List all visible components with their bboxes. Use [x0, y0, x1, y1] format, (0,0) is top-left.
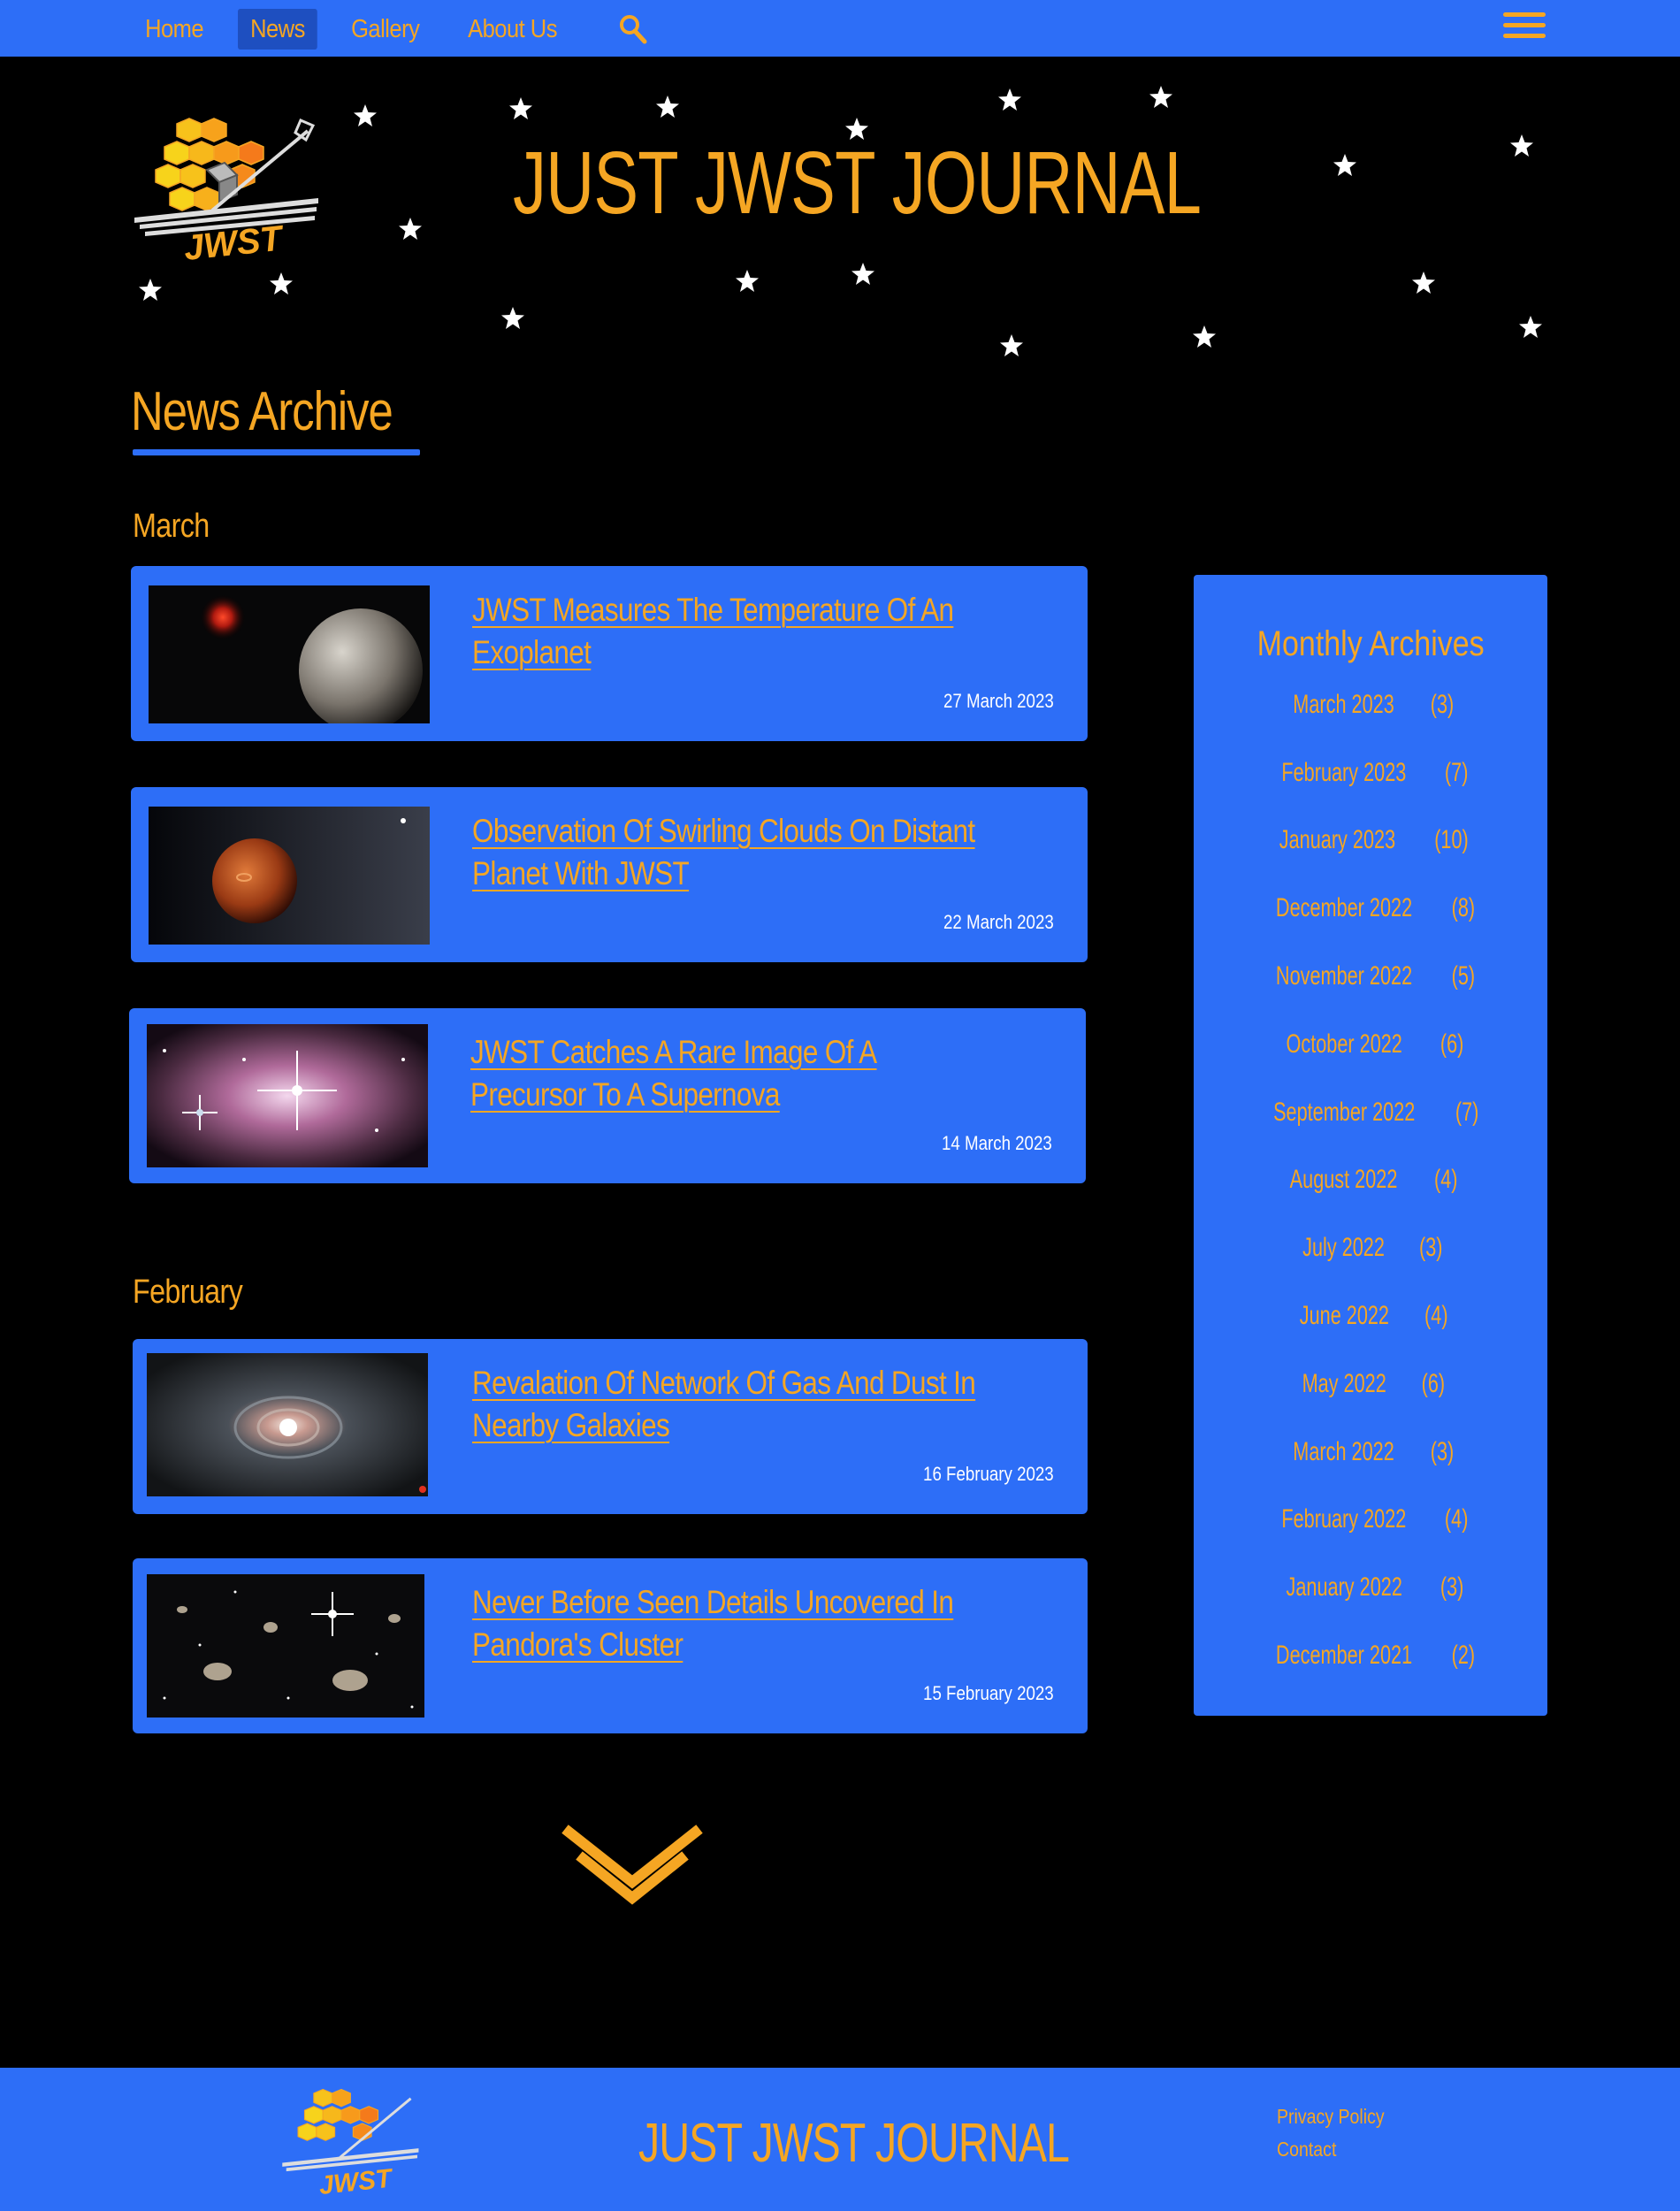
page-title: News Archive [131, 381, 393, 442]
star-decoration [139, 279, 162, 301]
archive-item[interactable]: February 2022 (4) [1194, 1504, 1547, 1534]
archive-item[interactable]: January 2022 (3) [1194, 1572, 1547, 1603]
month-heading-march: March [133, 508, 210, 545]
monthly-archives-sidebar: Monthly Archives March 2023 (3) February … [1194, 575, 1547, 1716]
archive-item[interactable]: August 2022 (4) [1194, 1165, 1547, 1195]
article-thumbnail-swirling-clouds[interactable] [149, 807, 430, 945]
site-footer: JWST JUST JWST JOURNAL Privacy Policy Co… [0, 2068, 1680, 2211]
chevron-down-icon[interactable] [560, 1824, 705, 1905]
star-decoration [736, 270, 759, 292]
article-date: 27 March 2023 [943, 690, 1054, 712]
search-icon[interactable] [612, 9, 653, 50]
contact-link[interactable]: Contact [1277, 2138, 1336, 2161]
archive-item[interactable]: March 2022 (3) [1194, 1437, 1547, 1467]
nav-item-news[interactable]: News [238, 9, 317, 50]
star-decoration [851, 263, 874, 285]
article-thumbnail-galaxy-gas-dust[interactable] [147, 1353, 428, 1496]
archive-item[interactable]: December 2021 (2) [1194, 1641, 1547, 1671]
archive-item[interactable]: February 2023 (7) [1194, 758, 1547, 788]
article-thumbnail-supernova-precursor[interactable] [147, 1024, 428, 1167]
article-title-link[interactable]: JWST Catches A Rare Image Of A Precursor… [470, 1031, 997, 1116]
article-date: 22 March 2023 [943, 911, 1054, 933]
site-title: JUST JWST JOURNAL [513, 134, 1202, 233]
star-decoration [354, 104, 377, 126]
jwst-logo[interactable]: JWST [131, 113, 321, 264]
article-date: 14 March 2023 [942, 1132, 1052, 1154]
article-title-link[interactable]: Revalation Of Network Of Gas And Dust In… [472, 1362, 998, 1447]
nav-item-about-us[interactable]: About Us [455, 9, 569, 50]
article-title-link[interactable]: Observation Of Swirling Clouds On Distan… [472, 810, 998, 895]
jwst-logo[interactable]: JWST [279, 2085, 421, 2197]
archive-item[interactable]: December 2022 (8) [1194, 893, 1547, 923]
star-decoration [1519, 316, 1542, 338]
star-decoration [399, 218, 422, 240]
article-card[interactable]: JWST Measures The Temperature Of An Exop… [131, 566, 1088, 741]
archive-item[interactable]: May 2022 (6) [1194, 1369, 1547, 1399]
nav-links: Home News Gallery About Us [133, 9, 653, 50]
archive-item[interactable]: July 2022 (3) [1194, 1233, 1547, 1263]
star-decoration [1333, 154, 1356, 176]
star-decoration [270, 272, 293, 295]
article-thumbnail-exoplanet[interactable] [149, 585, 430, 723]
hamburger-menu-icon[interactable] [1503, 12, 1546, 44]
article-card[interactable]: Observation Of Swirling Clouds On Distan… [131, 787, 1088, 962]
star-decoration [501, 307, 524, 329]
sidebar-title[interactable]: Monthly Archives [1194, 624, 1547, 664]
archive-item[interactable]: October 2022 (6) [1194, 1029, 1547, 1060]
article-date: 15 February 2023 [923, 1682, 1054, 1704]
star-decoration [656, 96, 679, 118]
svg-text:JWST: JWST [182, 218, 287, 264]
article-title-link[interactable]: Never Before Seen Details Uncovered In P… [472, 1581, 998, 1666]
archive-item[interactable]: March 2023 (3) [1194, 690, 1547, 720]
star-decoration [509, 97, 532, 119]
article-date: 16 February 2023 [923, 1463, 1054, 1485]
month-heading-february: February [133, 1274, 243, 1311]
star-decoration [1193, 325, 1216, 348]
top-nav-bar: Home News Gallery About Us [0, 0, 1680, 57]
footer-title: JUST JWST JOURNAL [638, 2113, 1070, 2174]
archive-item[interactable]: January 2023 (10) [1194, 825, 1547, 855]
star-decoration [1412, 272, 1435, 294]
article-card[interactable]: JWST Catches A Rare Image Of A Precursor… [129, 1008, 1086, 1183]
article-title-link[interactable]: JWST Measures The Temperature Of An Exop… [472, 589, 998, 674]
archive-item[interactable]: November 2022 (5) [1194, 961, 1547, 991]
article-thumbnail-pandoras-cluster[interactable] [147, 1574, 424, 1718]
star-decoration [845, 118, 868, 140]
archive-item[interactable]: June 2022 (4) [1194, 1301, 1547, 1331]
svg-text:JWST: JWST [317, 2163, 395, 2197]
privacy-policy-link[interactable]: Privacy Policy [1277, 2105, 1385, 2129]
star-decoration [1149, 86, 1172, 108]
star-decoration [1510, 134, 1533, 157]
heading-underline [133, 449, 420, 455]
star-decoration [998, 88, 1021, 111]
nav-item-gallery[interactable]: Gallery [339, 9, 431, 50]
article-card[interactable]: Revalation Of Network Of Gas And Dust In… [133, 1339, 1088, 1514]
article-card[interactable]: Never Before Seen Details Uncovered In P… [133, 1558, 1088, 1733]
archive-item[interactable]: September 2022 (7) [1194, 1098, 1547, 1128]
nav-item-home[interactable]: Home [133, 9, 216, 50]
star-decoration [1000, 334, 1023, 356]
